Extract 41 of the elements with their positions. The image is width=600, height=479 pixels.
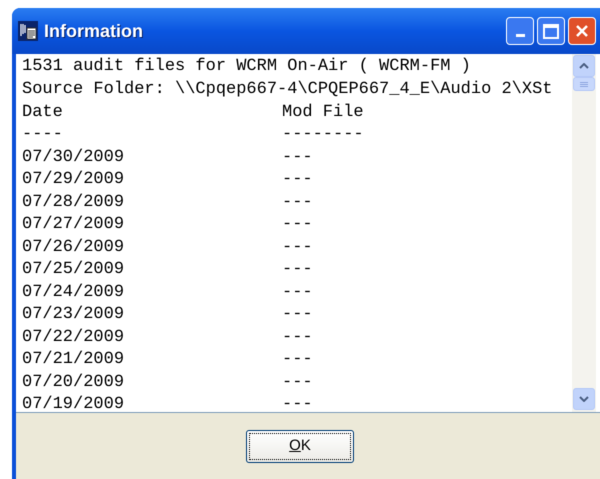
window-title: Information	[44, 20, 143, 42]
date-cell-text: 07/28/2009	[22, 192, 126, 214]
document-icon	[18, 21, 38, 41]
mod-file-cell-text: ---	[282, 282, 313, 304]
date-cell-text: 07/30/2009	[22, 146, 126, 168]
date-cell-text: 07/26/2009	[22, 236, 126, 258]
date-cell-text: 07/27/2009	[22, 214, 126, 236]
mod-file-cell-text: ---	[282, 169, 313, 191]
ok-button[interactable]: OK	[246, 430, 354, 462]
separator-text: ----	[22, 124, 64, 146]
mod-file-cell-text: ---	[282, 259, 313, 281]
source-folder-line: Source Folder: \\Cpqep667-4\CPQEP667_4_E\Audio 2\XSt	[22, 78, 554, 100]
scroll-thumb[interactable]	[573, 77, 595, 91]
minimize-button[interactable]	[506, 17, 534, 45]
date-cell-text: 07/19/2009	[22, 394, 126, 412]
summary-line: 1531 audit files for WCRM On-Air ( WCRM-FM )	[22, 56, 472, 78]
scroll-down-button[interactable]	[573, 388, 595, 410]
mod-file-cell-text: ---	[282, 146, 313, 168]
scroll-up-button[interactable]	[573, 55, 595, 77]
date-cell-text: 07/20/2009	[22, 372, 126, 394]
mod-file-cell-text: ---	[282, 236, 313, 258]
scrollbar[interactable]	[572, 54, 596, 412]
date-cell-text: 07/29/2009	[22, 169, 126, 191]
date-cell-text: 07/21/2009	[22, 349, 126, 371]
close-button[interactable]	[568, 17, 596, 45]
date-cell-text: 07/25/2009	[22, 259, 126, 281]
mod-file-cell-text: ---	[282, 192, 313, 214]
mod-file-cell-text: ---	[282, 326, 313, 348]
separator-text: --------	[282, 124, 364, 146]
mod-file-cell-text: ---	[282, 349, 313, 371]
mod-file-cell-text: ---	[282, 372, 313, 394]
date-cell-text: 07/23/2009	[22, 304, 126, 326]
maximize-button[interactable]	[537, 17, 565, 45]
date-cell-text: 07/24/2009	[22, 282, 126, 304]
mod-file-cell-text: ---	[282, 214, 313, 236]
column-header: Mod File	[282, 102, 364, 124]
mod-file-cell-text: ---	[282, 304, 313, 326]
mod-file-cell-text: ---	[282, 394, 313, 412]
date-cell-text: 07/22/2009	[22, 326, 126, 348]
close-icon	[574, 23, 590, 39]
column-header: Date	[22, 102, 64, 124]
